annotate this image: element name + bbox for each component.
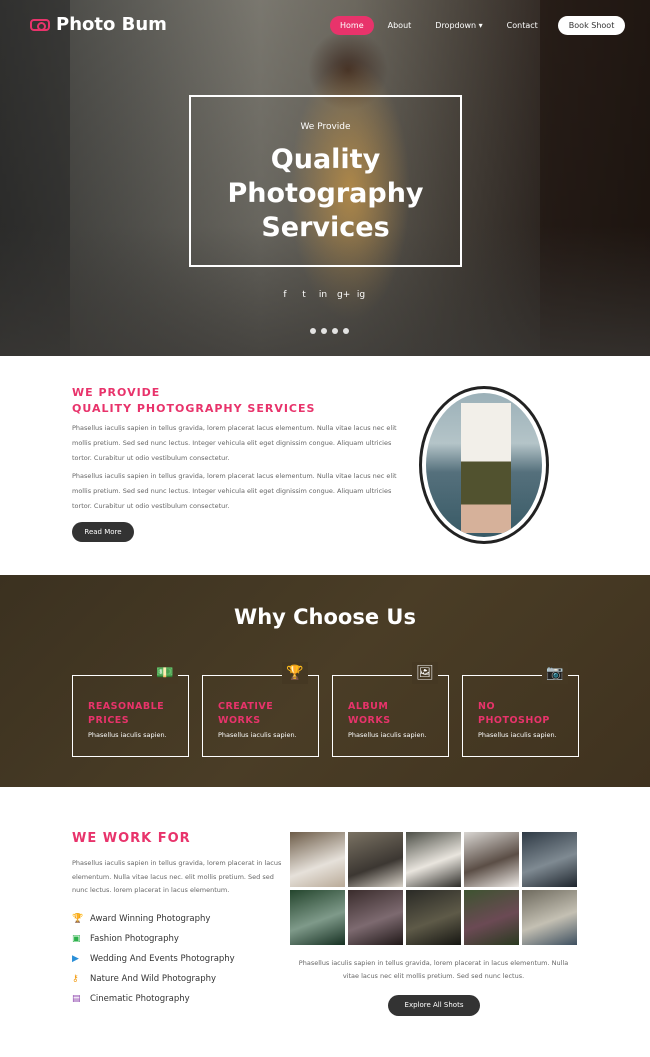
card-title-line2: WORKS (218, 715, 261, 726)
gallery-photo[interactable] (406, 832, 461, 887)
provide-photo-figure (461, 403, 511, 533)
facebook-icon[interactable]: f (280, 290, 290, 300)
card-desc: Phasellus iaculis sapien. (348, 731, 427, 739)
linkedin-icon[interactable]: in (318, 290, 328, 300)
provide-photo (426, 393, 542, 537)
social-links: f t in g+ ig (280, 290, 366, 300)
card-title: ALBUM WORKS (348, 700, 391, 728)
google-plus-icon[interactable]: g+ (337, 290, 350, 300)
camera-icon: 📷 (542, 662, 568, 684)
card-title-line1: ALBUM (348, 701, 389, 712)
card-title-line2: PRICES (88, 715, 130, 726)
card-desc: Phasellus iaculis sapien. (88, 731, 167, 739)
trophy-icon: 🏆 (282, 662, 308, 684)
nav-dropdown[interactable]: Dropdown ▾ (425, 16, 492, 35)
photo-gallery (290, 832, 577, 945)
gallery-photo[interactable] (522, 832, 577, 887)
card-title: NO PHOTOSHOP (478, 700, 550, 728)
work-paragraph: Phasellus iaculis sapien in tellus gravi… (72, 859, 282, 894)
card-title-line2: WORKS (348, 715, 391, 726)
why-title: Why Choose Us (234, 605, 416, 629)
slider-dot[interactable] (321, 328, 327, 334)
card-title-line1: NO (478, 701, 496, 712)
slider-dots (310, 328, 349, 334)
trophy-icon: 🏆 (72, 914, 84, 924)
work-title: WE WORK FOR (72, 831, 191, 846)
book-shoot-button[interactable]: Book Shoot (557, 16, 626, 35)
main-nav: Home About Dropdown ▾ Contact Book Shoot (330, 16, 629, 35)
feature-card-photoshop: 📷 NO PHOTOSHOP Phasellus iaculis sapien. (462, 662, 579, 757)
nav-about[interactable]: About (378, 16, 422, 35)
why-choose-section: Why Choose Us 💵 REASONABLE PRICES Phasel… (0, 575, 650, 787)
slider-dot[interactable] (343, 328, 349, 334)
card-desc: Phasellus iaculis sapien. (478, 731, 557, 739)
gallery-caption: Phasellus iaculis sapien in tellus gravi… (298, 959, 569, 980)
work-section: WE WORK FOR Phasellus iaculis sapien in … (0, 787, 650, 1057)
list-item-label: Award Winning Photography (90, 914, 211, 924)
nav-contact[interactable]: Contact (497, 16, 548, 35)
gallery-photo[interactable] (348, 890, 403, 945)
provide-title-line2: QUALITY PHOTOGRAPHY SERVICES (72, 402, 316, 415)
film-icon: ▤ (72, 994, 81, 1004)
camera-icon (30, 18, 50, 31)
hero-title-line3: Services (261, 212, 390, 243)
list-item-label: Fashion Photography (90, 934, 179, 944)
instagram-icon[interactable]: ig (356, 290, 366, 300)
gallery-photo[interactable] (348, 832, 403, 887)
explore-shots-button[interactable]: Explore All Shots (388, 995, 480, 1016)
list-item-label: Wedding And Events Photography (90, 954, 235, 964)
services-list: 🏆 Award Winning Photography ▣ Fashion Phot… (72, 909, 235, 1009)
card-desc: Phasellus iaculis sapien. (218, 731, 297, 739)
hero-pretitle: We Provide (300, 122, 351, 132)
card-title-line2: PHOTOSHOP (478, 715, 550, 726)
gallery-photo[interactable] (290, 832, 345, 887)
list-item-label: Cinematic Photography (90, 994, 190, 1004)
provide-paragraph-1: Phasellus iaculis sapien in tellus gravi… (72, 424, 397, 462)
hero-frame: We Provide Quality Photography Services (189, 95, 462, 267)
provide-photo-frame (419, 386, 549, 544)
hero-title-line1: Quality (270, 144, 381, 175)
album-icon: 🖼 (412, 662, 438, 684)
card-title: CREATIVE WORKS (218, 700, 273, 728)
gallery-photo[interactable] (464, 890, 519, 945)
fashion-icon: ▣ (72, 934, 81, 944)
provide-title-line1: WE PROVIDE (72, 386, 161, 399)
site-logo[interactable]: Photo Bum (30, 14, 167, 35)
hero-title-line2: Photography (227, 178, 424, 209)
list-item: ⚷ Nature And Wild Photography (72, 969, 235, 989)
card-title: REASONABLE PRICES (88, 700, 164, 728)
list-item: 🏆 Award Winning Photography (72, 909, 235, 929)
nav-home[interactable]: Home (330, 16, 374, 35)
card-title-line1: CREATIVE (218, 701, 274, 712)
gallery-photo[interactable] (406, 890, 461, 945)
slider-dot[interactable] (310, 328, 316, 334)
hero-title: Quality Photography Services (191, 143, 460, 245)
feature-card-prices: 💵 REASONABLE PRICES Phasellus iaculis sa… (72, 662, 189, 757)
list-item: ▤ Cinematic Photography (72, 989, 235, 1009)
provide-paragraph-2: Phasellus iaculis sapien in tellus gravi… (72, 472, 397, 510)
feature-card-album: 🖼 ALBUM WORKS Phasellus iaculis sapien. (332, 662, 449, 757)
provide-section: WE PROVIDE QUALITY PHOTOGRAPHY SERVICES … (0, 356, 650, 575)
slider-dot[interactable] (332, 328, 338, 334)
read-more-button[interactable]: Read More (72, 522, 134, 542)
list-item: ▶ Wedding And Events Photography (72, 949, 235, 969)
list-item-label: Nature And Wild Photography (90, 974, 217, 984)
hero-banner: Photo Bum Home About Dropdown ▾ Contact … (0, 0, 650, 356)
logo-text: Photo Bum (56, 14, 167, 35)
gallery-photo[interactable] (464, 832, 519, 887)
list-item: ▣ Fashion Photography (72, 929, 235, 949)
gallery-photo[interactable] (522, 890, 577, 945)
card-title-line1: REASONABLE (88, 701, 165, 712)
key-icon: ⚷ (72, 974, 79, 984)
money-icon: 💵 (152, 662, 178, 684)
provide-title: WE PROVIDE QUALITY PHOTOGRAPHY SERVICES (72, 385, 315, 417)
gallery-photo[interactable] (290, 890, 345, 945)
feature-card-creative: 🏆 CREATIVE WORKS Phasellus iaculis sapie… (202, 662, 319, 757)
video-icon: ▶ (72, 954, 79, 964)
twitter-icon[interactable]: t (299, 290, 309, 300)
